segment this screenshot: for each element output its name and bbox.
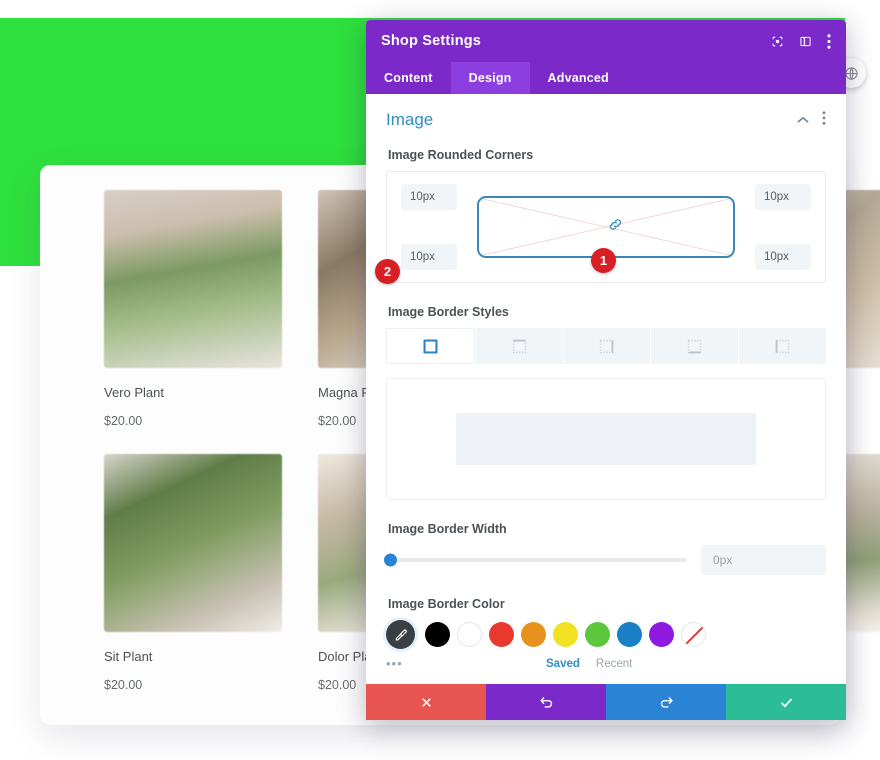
swatch-blue[interactable] — [617, 622, 642, 647]
color-palette — [386, 620, 826, 649]
border-styles-label: Image Border Styles — [388, 305, 509, 319]
eyedropper-icon[interactable] — [386, 620, 415, 649]
border-width-slider[interactable] — [384, 553, 687, 567]
product-name: Sit Plant — [104, 649, 153, 664]
modal-header: Shop Settings — [366, 20, 846, 62]
corner-input-top-left[interactable]: 10px — [401, 184, 457, 210]
screenshot-root: Vero Plant $20.00 Magna Plant $20.00 Ips… — [0, 0, 880, 760]
product-image[interactable] — [104, 454, 282, 632]
product-card[interactable]: Sit Plant $20.00 — [104, 454, 282, 692]
shop-settings-modal: Shop Settings Content Design Advanced Im… — [366, 20, 846, 720]
swatch-red[interactable] — [489, 622, 514, 647]
border-width-label: Image Border Width — [388, 522, 507, 536]
border-width-input[interactable]: 0px — [701, 545, 826, 575]
swatch-white[interactable] — [457, 622, 482, 647]
undo-button[interactable] — [486, 684, 606, 720]
more-vertical-icon[interactable] — [822, 110, 826, 130]
swatch-black[interactable] — [425, 622, 450, 647]
rounded-corners-control: 10px 10px 10px 10px 1 2 — [375, 171, 826, 284]
saved-colors-tab[interactable]: Saved — [546, 658, 580, 670]
slider-thumb[interactable] — [384, 553, 397, 567]
tab-design[interactable]: Design — [450, 62, 530, 94]
border-preview-panel — [386, 378, 826, 500]
link-icon[interactable] — [608, 217, 623, 237]
modal-header-actions — [771, 33, 831, 49]
corner-input-bottom-left[interactable]: 10px — [401, 244, 457, 270]
product-name: Vero Plant — [104, 385, 164, 400]
swatch-transparent[interactable] — [681, 622, 706, 647]
section-tools — [797, 110, 826, 130]
product-price: $20.00 — [104, 678, 143, 692]
annotation-badge-1: 1 — [591, 248, 616, 273]
border-top-icon[interactable] — [475, 328, 563, 364]
more-vertical-icon[interactable] — [827, 33, 831, 49]
image-section-header: Image — [386, 110, 826, 130]
settings-scroll-area: Image Image Rounded Corners 10px 10px 10… — [366, 94, 846, 684]
target-icon[interactable] — [771, 35, 784, 48]
layout-panel-icon[interactable] — [799, 35, 812, 48]
corner-input-top-right[interactable]: 10px — [755, 184, 811, 210]
swatch-orange[interactable] — [521, 622, 546, 647]
modal-body: Image Image Rounded Corners 10px 10px 10… — [366, 94, 846, 684]
swatch-yellow[interactable] — [553, 622, 578, 647]
more-colors-button[interactable]: ••• — [386, 656, 418, 671]
annotation-badge-2: 2 — [375, 259, 400, 284]
save-button[interactable] — [726, 684, 846, 720]
border-color-label: Image Border Color — [388, 597, 505, 611]
modal-tabs: Content Design Advanced — [366, 62, 846, 94]
corner-input-bottom-right[interactable]: 10px — [755, 244, 811, 270]
tab-advanced[interactable]: Advanced — [530, 62, 627, 94]
palette-footer: ••• Saved Recent — [386, 656, 826, 671]
product-image[interactable] — [104, 190, 282, 368]
border-all-icon[interactable] — [386, 328, 475, 364]
preview-placeholder — [456, 413, 756, 465]
border-width-control: 0px — [384, 545, 826, 575]
product-card[interactable]: Vero Plant $20.00 — [104, 190, 282, 428]
section-title: Image — [386, 110, 434, 129]
recent-colors-tab[interactable]: Recent — [596, 658, 632, 670]
cancel-button[interactable] — [366, 684, 486, 720]
swatch-purple[interactable] — [649, 622, 674, 647]
chevron-up-icon[interactable] — [797, 111, 809, 129]
border-right-icon[interactable] — [563, 328, 651, 364]
product-price: $20.00 — [104, 414, 143, 428]
border-left-icon[interactable] — [739, 328, 826, 364]
redo-button[interactable] — [606, 684, 726, 720]
tab-content[interactable]: Content — [366, 62, 451, 94]
swatch-green[interactable] — [585, 622, 610, 647]
border-styles-options — [386, 328, 826, 364]
border-bottom-icon[interactable] — [651, 328, 739, 364]
rounded-corners-label: Image Rounded Corners — [388, 148, 534, 162]
modal-footer — [366, 684, 846, 720]
modal-title: Shop Settings — [381, 33, 482, 49]
